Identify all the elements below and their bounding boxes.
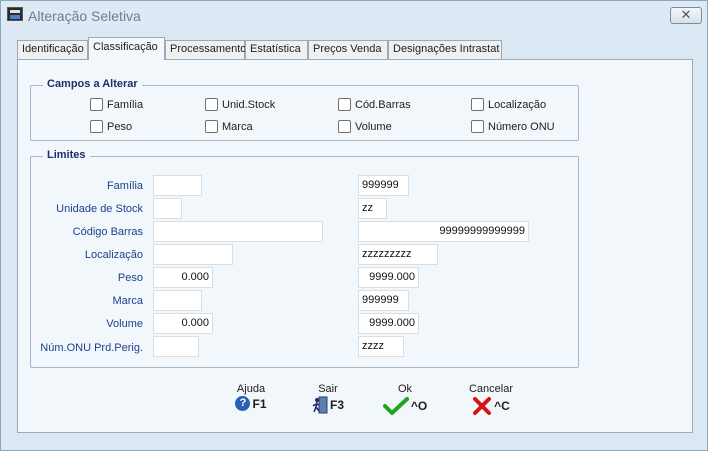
tab-precos-venda[interactable]: Preços Venda: [308, 40, 388, 59]
campos-title: Campos a Alterar: [43, 78, 142, 90]
checkbox-cod-barras[interactable]: Cód.Barras: [338, 98, 411, 111]
cancel-button[interactable]: Cancelar ^C: [461, 383, 521, 416]
checkbox-numero-onu[interactable]: Número ONU: [471, 120, 555, 133]
ok-key: ^O: [410, 399, 428, 413]
ok-caption: Ok: [397, 383, 413, 395]
limit-label-volume: Volume: [106, 318, 143, 330]
window-title: Alteração Seletiva: [28, 8, 141, 24]
close-button[interactable]: ✕: [670, 7, 702, 24]
checkbox-box[interactable]: [471, 120, 484, 133]
num-onu-to-input[interactable]: zzzz: [358, 336, 404, 357]
checkbox-unid-stock[interactable]: Unid.Stock: [205, 98, 275, 111]
help-key: F1: [252, 396, 267, 411]
checkbox-marca[interactable]: Marca: [205, 120, 253, 133]
help-caption: Ajuda: [236, 383, 266, 395]
checkbox-box[interactable]: [338, 120, 351, 133]
checkbox-label: Peso: [107, 120, 133, 133]
marca-to-input[interactable]: 999999: [358, 290, 409, 311]
exit-key: F3: [329, 398, 344, 412]
checkbox-localizacao[interactable]: Localização: [471, 98, 546, 111]
peso-to-input[interactable]: 9999.000: [358, 267, 419, 288]
limit-label-num-onu: Núm.ONU Prd.Perig.: [40, 342, 143, 354]
codigo-barras-from-input[interactable]: [153, 221, 323, 242]
checkbox-familia[interactable]: Família: [90, 98, 143, 111]
tab-panel: Campos a Alterar Família Unid.Stock Cód.…: [17, 59, 693, 433]
limit-label-familia: Família: [106, 180, 143, 192]
peso-from-input[interactable]: 0.000: [153, 267, 213, 288]
limit-label-marca: Marca: [112, 295, 143, 307]
checkbox-label: Cód.Barras: [355, 98, 411, 111]
limit-label-peso: Peso: [117, 272, 143, 284]
checkbox-label: Unid.Stock: [222, 98, 276, 111]
exit-door-icon: [312, 396, 328, 414]
familia-to-input[interactable]: 999999: [358, 175, 409, 196]
checkbox-peso[interactable]: Peso: [90, 120, 132, 133]
cancel-key: ^C: [494, 399, 510, 413]
checkbox-box[interactable]: [471, 98, 484, 111]
checkbox-label: Volume: [355, 120, 392, 133]
cancel-caption: Cancelar: [468, 383, 514, 395]
checkbox-label: Família: [107, 98, 144, 111]
localizacao-to-input[interactable]: zzzzzzzzz: [358, 244, 438, 265]
checkbox-box[interactable]: [90, 98, 103, 111]
campos-group: Campos a Alterar Família Unid.Stock Cód.…: [30, 78, 579, 141]
familia-from-input[interactable]: [153, 175, 202, 196]
checkbox-box[interactable]: [205, 120, 218, 133]
tab-classificacao[interactable]: Classificação: [88, 37, 165, 60]
codigo-barras-to-input[interactable]: 99999999999999: [358, 221, 529, 242]
title-bar[interactable]: Alteração Seletiva ✕: [1, 1, 707, 31]
app-icon: [7, 7, 23, 21]
volume-to-input[interactable]: 9999.000: [358, 313, 419, 334]
tab-identificacao[interactable]: Identificação: [17, 40, 88, 59]
tab-designacoes-intrastat[interactable]: Designações Intrastat: [388, 40, 502, 59]
localizacao-from-input[interactable]: [153, 244, 233, 265]
checkbox-volume[interactable]: Volume: [338, 120, 392, 133]
tab-estatistica[interactable]: Estatística: [245, 40, 308, 59]
marca-from-input[interactable]: [153, 290, 202, 311]
exit-button[interactable]: Sair F3: [303, 383, 353, 414]
help-button[interactable]: Ajuda ? F1: [226, 383, 276, 411]
checkbox-box[interactable]: [90, 120, 103, 133]
num-onu-from-input[interactable]: [153, 336, 199, 357]
checkbox-label: Localização: [488, 98, 547, 111]
exit-caption: Sair: [318, 383, 338, 395]
help-icon: ?: [235, 396, 251, 411]
checkmark-icon: [382, 397, 409, 415]
checkbox-label: Marca: [222, 120, 253, 133]
volume-from-input[interactable]: 0.000: [153, 313, 213, 334]
limit-label-unidade-stock: Unidade de Stock: [56, 203, 143, 215]
checkbox-label: Número ONU: [488, 120, 555, 133]
unidade-stock-to-input[interactable]: zz: [358, 198, 387, 219]
unidade-stock-from-input[interactable]: [153, 198, 182, 219]
checkbox-box[interactable]: [205, 98, 218, 111]
limit-label-localizacao: Localização: [84, 249, 143, 261]
limites-title: Limites: [43, 149, 90, 161]
limit-label-codigo-barras: Código Barras: [72, 226, 143, 238]
checkbox-box[interactable]: [338, 98, 351, 111]
cancel-x-icon: [473, 397, 492, 415]
ok-button[interactable]: Ok ^O: [380, 383, 430, 416]
tab-processamento[interactable]: Processamento: [165, 40, 246, 59]
